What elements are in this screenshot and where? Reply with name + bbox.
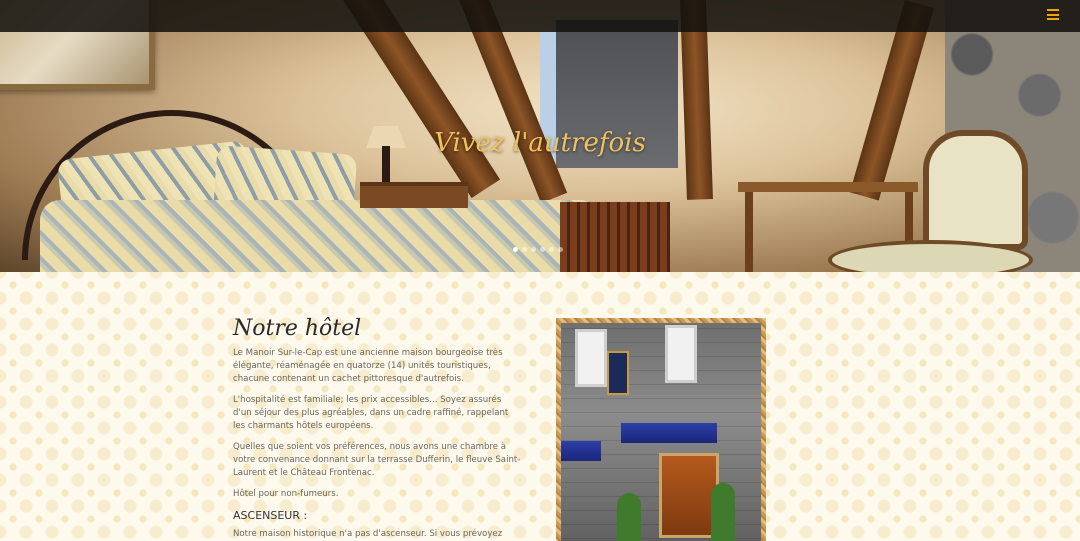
photo-door: [659, 453, 719, 538]
hamburger-line: [1047, 9, 1059, 11]
slider-dot[interactable]: [513, 247, 518, 252]
slider-dot[interactable]: [522, 247, 527, 252]
slider-dot[interactable]: [531, 247, 536, 252]
hotel-facade-photo: [561, 323, 761, 541]
hamburger-line: [1047, 13, 1059, 16]
photo-window: [665, 325, 697, 383]
photo-shrub: [617, 493, 641, 541]
hamburger-menu-icon[interactable]: [1047, 9, 1059, 20]
photo-awning: [621, 423, 717, 443]
slider-dot[interactable]: [549, 247, 554, 252]
paragraph: Le Manoir Sur-le-Cap est une ancienne ma…: [233, 348, 503, 384]
hero-armchair-seat: [828, 240, 1033, 272]
hero-bed: [40, 200, 600, 272]
slider-dots: [513, 247, 563, 252]
elevator-paragraph: Notre maison historique n'a pas d'ascens…: [233, 529, 503, 539]
slider-dot[interactable]: [540, 247, 545, 252]
paragraph: Quelles que soient vos préférences, nous…: [233, 442, 521, 478]
paragraph: L'hospitalité est familiale; les prix ac…: [233, 395, 509, 431]
hotel-photo-frame: [556, 318, 766, 541]
photo-shrub: [711, 483, 735, 541]
hotel-text-column: Notre hôtel Le Manoir Sur-le-Cap est une…: [233, 316, 521, 541]
hero-desk-leg: [745, 192, 753, 272]
paragraph: Hôtel pour non-fumeurs.: [233, 489, 339, 499]
hero-radiator: [560, 202, 670, 272]
photo-window: [575, 329, 607, 387]
content-section: Notre hôtel Le Manoir Sur-le-Cap est une…: [0, 272, 1080, 541]
hero-slider[interactable]: Vivez l'autrefois: [0, 0, 1080, 272]
top-navigation-bar: [0, 0, 1080, 32]
photo-hotel-sign: [607, 351, 629, 395]
photo-awning: [561, 441, 601, 461]
hero-night-table: [360, 182, 468, 208]
elevator-heading: ASCENSEUR :: [233, 509, 308, 522]
hero-title: Vivez l'autrefois: [434, 128, 646, 158]
slider-dot[interactable]: [558, 247, 563, 252]
section-title: Notre hôtel: [233, 316, 362, 341]
hamburger-line: [1047, 18, 1059, 20]
